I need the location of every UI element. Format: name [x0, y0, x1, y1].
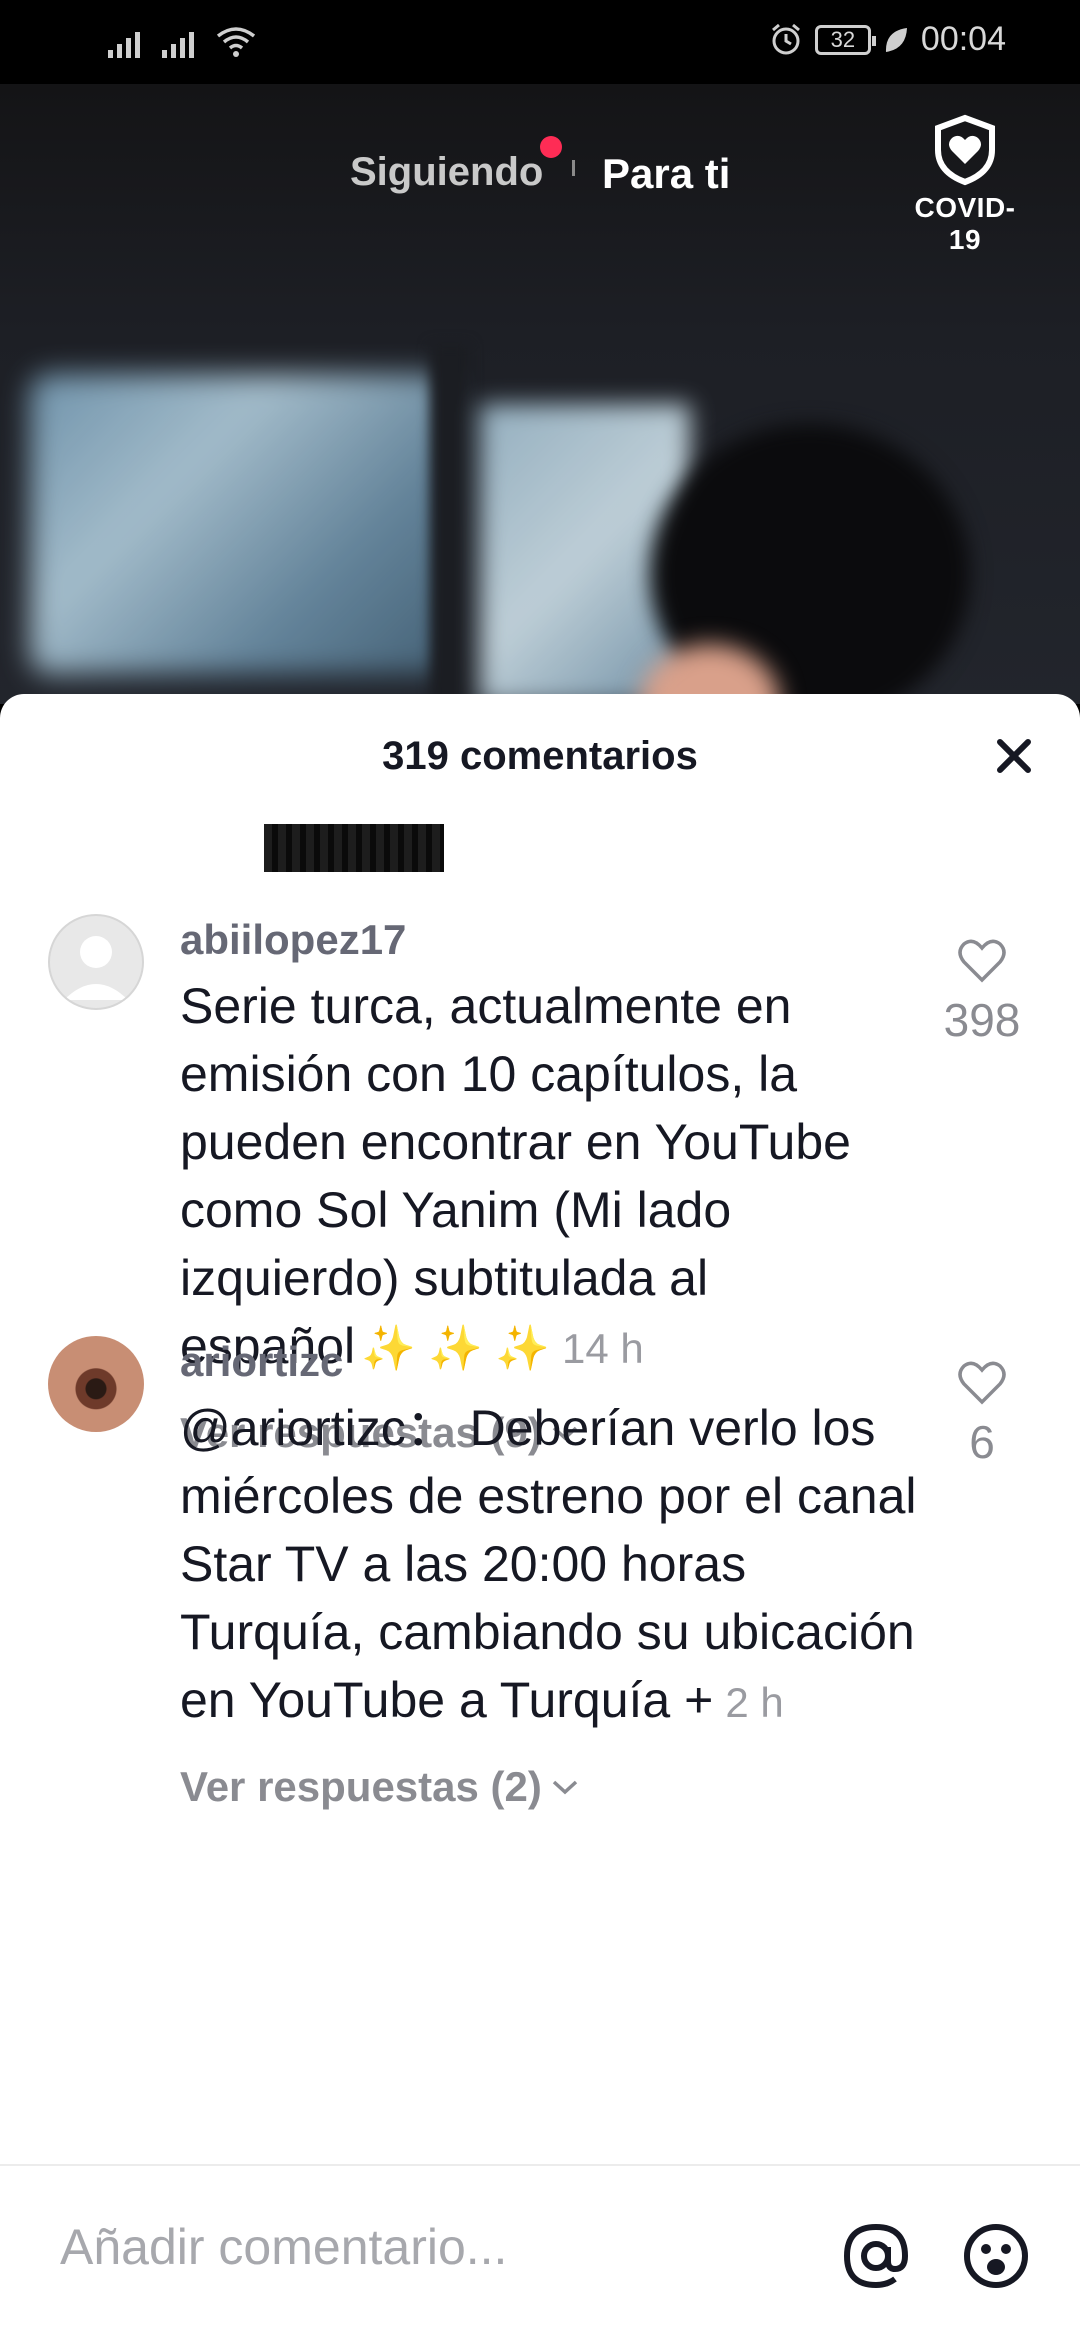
signal-icon	[162, 26, 194, 58]
comment-username[interactable]: ariortizc	[180, 1336, 940, 1388]
like-button[interactable]: 398	[932, 938, 1032, 1047]
shield-icon	[935, 114, 995, 186]
chevron-down-icon	[552, 1780, 578, 1795]
covid-label: COVID-19	[914, 192, 1016, 255]
status-right: 32 00:04	[769, 20, 1006, 59]
mention-button[interactable]	[838, 2218, 914, 2294]
emoji-face-icon	[964, 2224, 1028, 2288]
close-button[interactable]	[986, 728, 1042, 784]
comments-sheet: 319 comentarios abiilopez17 Serie turca,…	[0, 694, 1080, 2340]
leaf-icon	[885, 27, 907, 52]
view-replies-label: Ver respuestas (2)	[180, 1763, 542, 1810]
covid-button[interactable]: COVID-19	[900, 114, 1030, 256]
avatar[interactable]	[48, 914, 144, 1010]
comment-input-bar: Añadir comentario...	[0, 2164, 1080, 2340]
close-icon	[997, 739, 1031, 773]
comment-body: ariortizc @ariortizc： Deberían verlo los…	[180, 1336, 940, 1811]
comment-input[interactable]: Añadir comentario...	[60, 2218, 507, 2276]
heart-icon	[958, 1361, 1006, 1405]
emoji-button[interactable]	[958, 2218, 1034, 2294]
tab-for-you[interactable]: Para ti	[602, 150, 730, 198]
heart-icon	[958, 939, 1006, 983]
avatar[interactable]	[48, 1336, 144, 1432]
comment-text-content: Serie turca, actualmente en emisión con …	[180, 978, 851, 1374]
comment-text: Serie turca, actualmente en emisión con …	[180, 972, 940, 1383]
comment-mention[interactable]: @ariortizc：	[180, 1400, 456, 1456]
tab-following[interactable]: Siguiendo	[350, 150, 543, 195]
clock: 00:04	[920, 20, 1006, 58]
video-thumbnail-strip	[264, 824, 444, 872]
battery-indicator: 32	[814, 24, 876, 55]
comment-text: @ariortizc： Deberían verlo los miércoles…	[180, 1394, 940, 1737]
notification-dot	[540, 136, 562, 158]
like-count: 398	[943, 994, 1021, 1046]
comment-time: 2 h	[725, 1679, 784, 1726]
video-frame-content	[30, 374, 450, 674]
like-count: 6	[969, 1416, 995, 1468]
connectivity-icons	[108, 24, 256, 58]
view-replies-button[interactable]: Ver respuestas (2)	[180, 1763, 580, 1811]
status-bar: 32 00:04	[0, 0, 1080, 84]
alarm-icon	[771, 23, 800, 54]
video-frame-content	[430, 344, 470, 704]
default-avatar-icon	[64, 936, 128, 1000]
at-sign-icon	[843, 2223, 909, 2289]
signal-icon	[108, 26, 140, 58]
comments-count-title: 319 comentarios	[382, 734, 698, 778]
tab-divider	[572, 160, 575, 176]
wifi-icon	[216, 27, 256, 57]
like-button[interactable]: 6	[932, 1360, 1032, 1469]
battery-level: 32	[830, 26, 856, 52]
comment-username[interactable]: abiilopez17	[180, 914, 940, 966]
